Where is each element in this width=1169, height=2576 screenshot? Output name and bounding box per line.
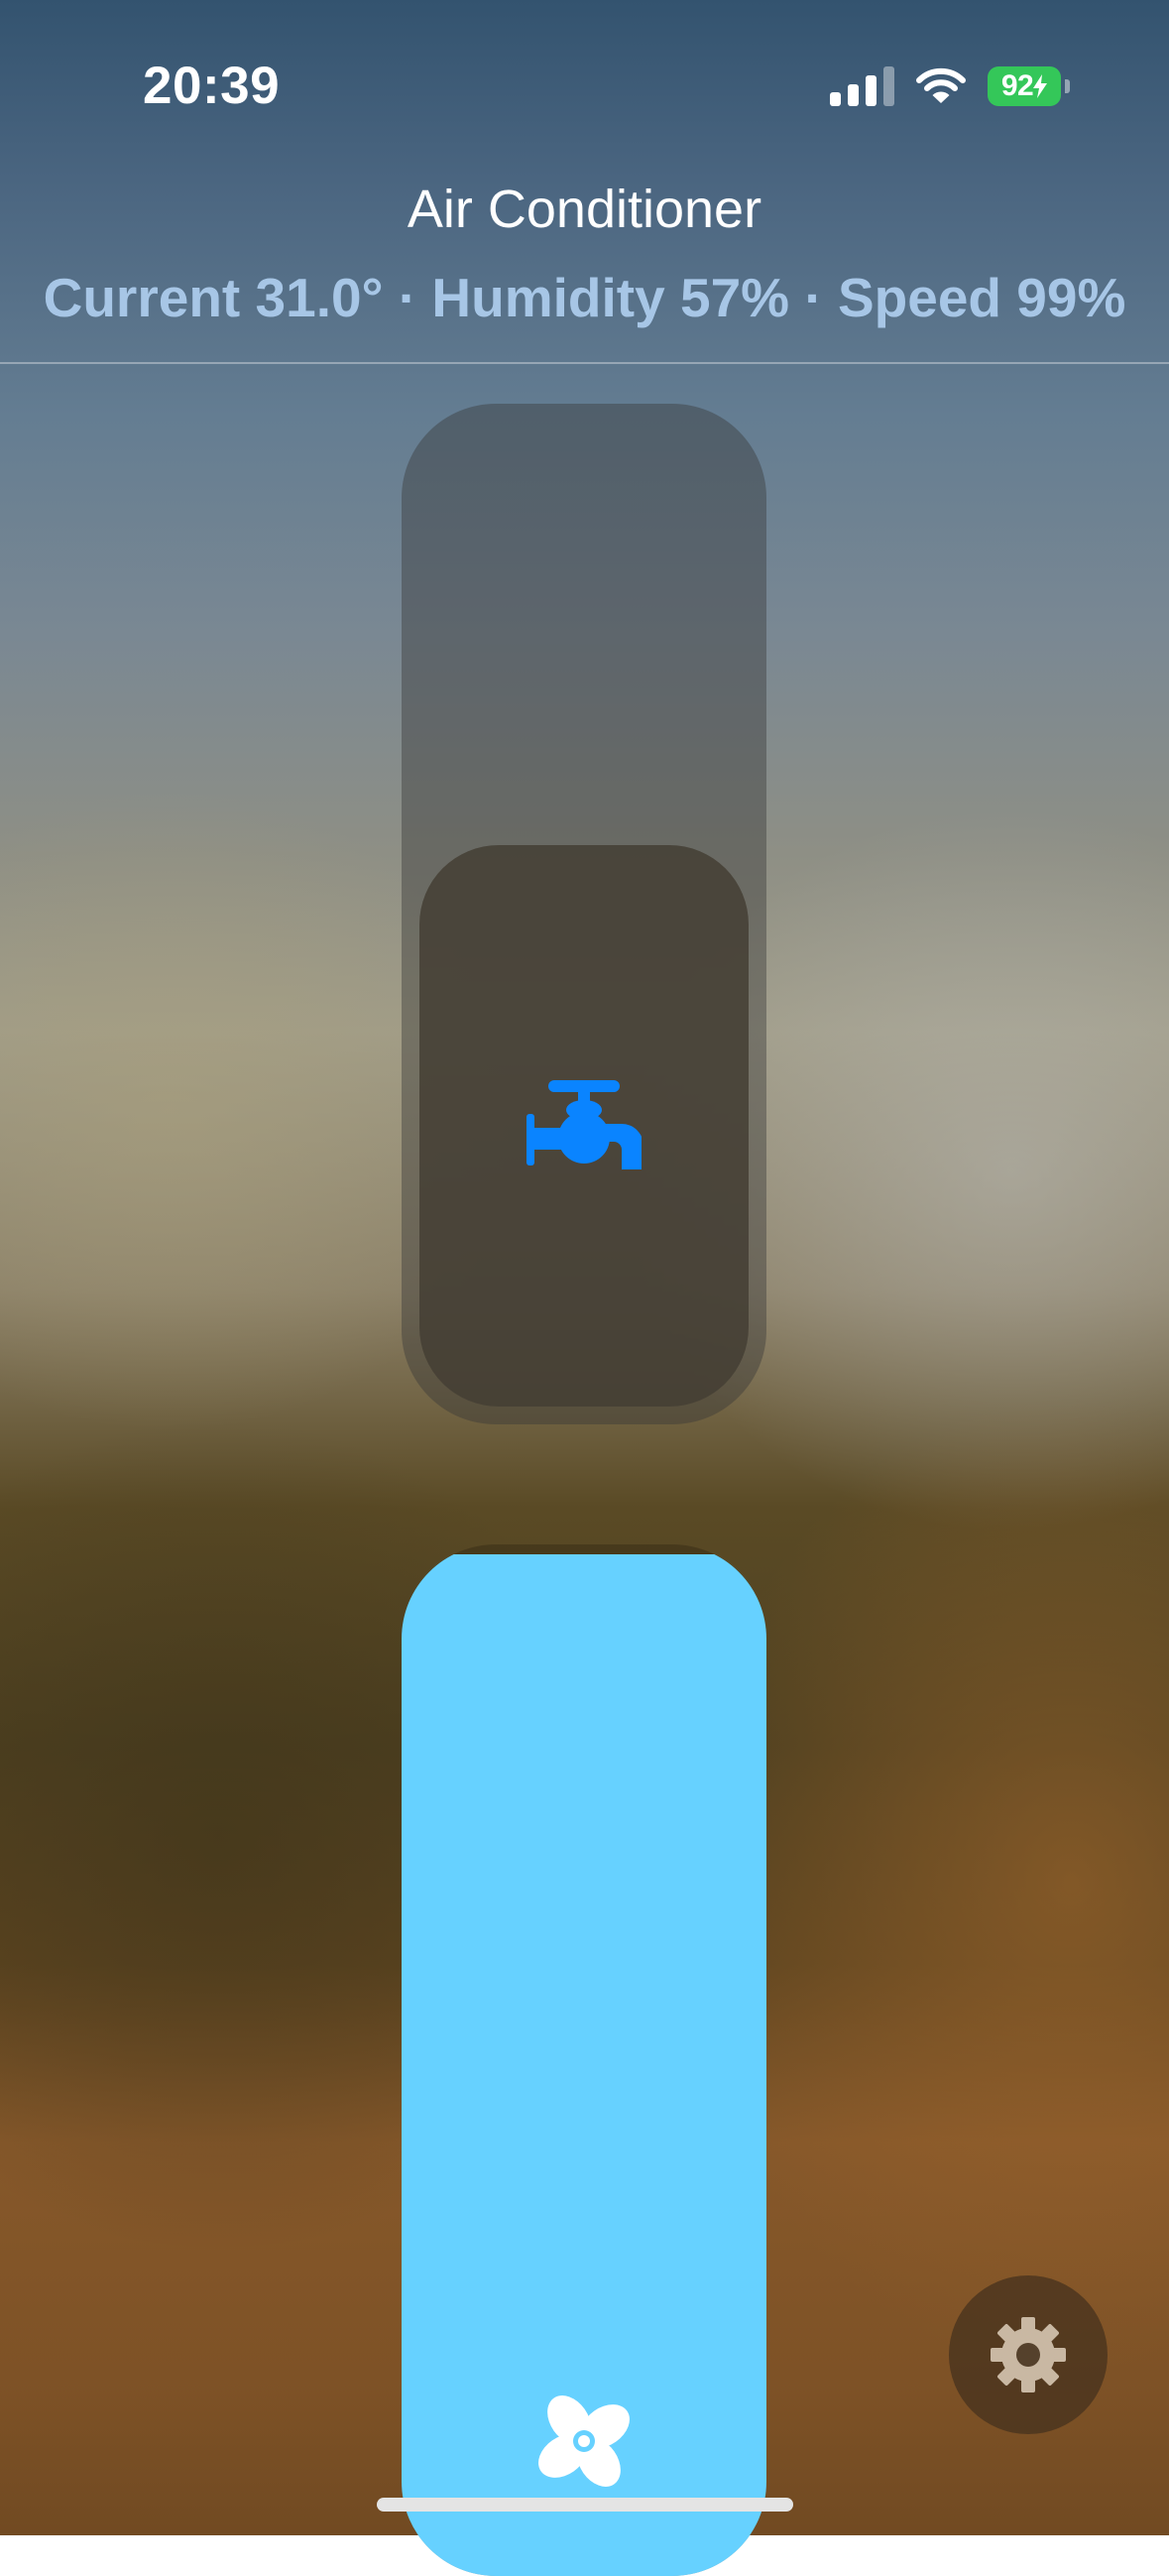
home-indicator[interactable] bbox=[377, 2498, 793, 2512]
status-icons: 92 bbox=[830, 61, 1070, 111]
charging-bolt-icon bbox=[1033, 74, 1048, 98]
status-time: 20:39 bbox=[143, 57, 281, 115]
header: 20:39 92 Air Conditioner Current 31.0° ·… bbox=[0, 0, 1169, 364]
humidity-slider-fill bbox=[419, 845, 749, 1407]
wifi-icon bbox=[916, 67, 966, 103]
cellular-signal-icon bbox=[830, 66, 894, 106]
battery-level: 92 bbox=[1000, 69, 1034, 102]
settings-button[interactable] bbox=[949, 2275, 1108, 2434]
fan-speed-slider[interactable] bbox=[402, 1544, 766, 2576]
gear-icon bbox=[991, 2317, 1066, 2392]
faucet-icon bbox=[526, 1080, 642, 1169]
humidity-slider[interactable] bbox=[402, 404, 766, 1424]
fan-icon bbox=[538, 2395, 630, 2487]
status-summary: Current 31.0° · Humidity 57% · Speed 99% bbox=[43, 267, 1126, 328]
battery-icon: 92 bbox=[988, 66, 1070, 106]
page-title: Air Conditioner bbox=[407, 180, 762, 239]
